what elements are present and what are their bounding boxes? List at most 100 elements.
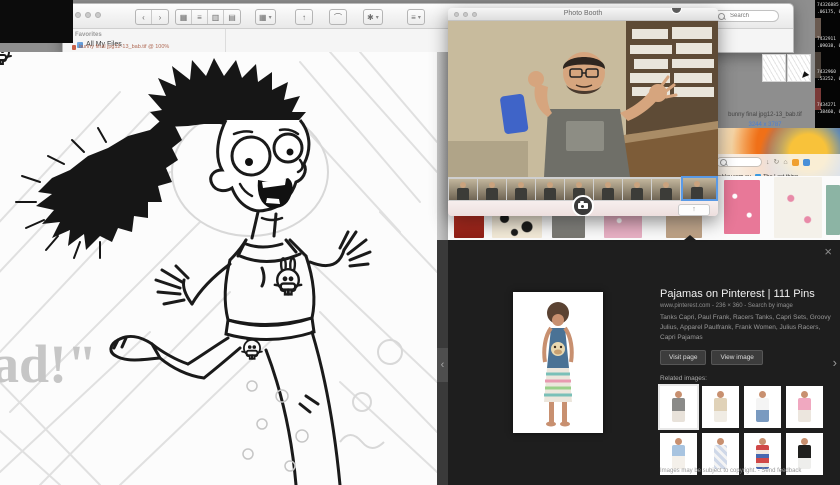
related-image[interactable]: [660, 386, 697, 428]
result-title[interactable]: Pajamas on Pinterest | 111 Pins: [660, 288, 832, 300]
photo-thumbnail-selected[interactable]: [681, 176, 718, 201]
extra-menu: ≡▾: [407, 9, 425, 25]
window-edge-strip: [437, 52, 448, 240]
caret-icon: ▾: [418, 14, 421, 21]
copyright-note: Images may be subject to copyright. - Se…: [660, 468, 801, 474]
related-images-label: Related images:: [660, 375, 832, 382]
action-button[interactable]: ✱▾: [364, 10, 382, 24]
tag-menu: ⌒: [329, 9, 347, 25]
result-keywords: Tanks Capri, Paul Frank, Racers Tanks, C…: [660, 313, 832, 343]
back-button[interactable]: ‹: [136, 10, 152, 24]
main-result-image[interactable]: [513, 292, 603, 433]
apps-icon[interactable]: [792, 159, 799, 166]
traffic-lights: [75, 12, 101, 18]
take-photo-button[interactable]: [572, 195, 594, 216]
panel-pointer: [684, 235, 696, 240]
column-view-button[interactable]: ▥: [208, 10, 224, 24]
photo-thumbnail[interactable]: [594, 179, 622, 200]
download-icon[interactable]: ↓: [766, 159, 770, 166]
menu-icon: ≡: [411, 13, 416, 22]
desktop: ‹ › ▦ ≡ ▥ ▤ ▦▾ ↑ ⌒ ✱▾ ≡▾: [0, 0, 840, 485]
chevron-left-icon: ‹: [441, 359, 445, 371]
webcam-view: [448, 21, 718, 177]
zoom-window-button[interactable]: [95, 12, 101, 18]
close-icon[interactable]: ×: [824, 244, 832, 259]
wallpaper-photo: [815, 18, 821, 38]
photobooth-window: Photo Booth: [448, 8, 718, 216]
photobooth-toolbar: ↑: [448, 201, 718, 216]
home-icon[interactable]: ⌂: [783, 159, 787, 166]
action-menu: ✱▾: [363, 9, 383, 25]
caret-icon: ▾: [376, 14, 379, 21]
copyright-text: Images may be subject to copyright. -: [660, 468, 760, 474]
finder-search-field[interactable]: [713, 10, 779, 22]
close-window-button[interactable]: [75, 12, 81, 18]
sidebar-favorites-label: Favorites: [75, 32, 102, 38]
sidebar-divider: [225, 29, 226, 52]
arrange-menu: ▦▾: [255, 9, 276, 25]
photo-id-row: 7432911.09038, 0: [817, 36, 840, 50]
background-window-fragment: [0, 0, 73, 43]
list-view-button[interactable]: ≡: [192, 10, 208, 24]
product-image[interactable]: [774, 177, 822, 238]
arrange-button[interactable]: ▦▾: [256, 10, 275, 24]
chevron-right-icon: ›: [833, 355, 837, 370]
send-feedback-link[interactable]: Send feedback: [761, 468, 801, 474]
related-image[interactable]: [702, 386, 739, 428]
photo-thumbnail[interactable]: [623, 179, 651, 200]
camera-icon: [578, 203, 588, 209]
coverflow-view-button[interactable]: ▤: [224, 10, 240, 24]
sketch-thumbnail[interactable]: [762, 54, 786, 82]
related-image[interactable]: [786, 386, 823, 428]
product-image[interactable]: [826, 185, 840, 235]
view-segmented-control: ▦ ≡ ▥ ▤: [175, 9, 241, 25]
search-input[interactable]: [728, 12, 774, 20]
icon-view-button[interactable]: ▦: [176, 10, 192, 24]
drawing-canvas[interactable]: ad!": [0, 52, 437, 485]
photo-thumbnail[interactable]: [652, 179, 680, 200]
search-icon: [718, 13, 725, 20]
pajama-model-image: [513, 292, 603, 433]
share-icon: ↑: [692, 206, 696, 213]
photo-id-row: 7434271.38460, 0: [817, 102, 840, 116]
related-image[interactable]: [744, 386, 781, 428]
bookmark-icon[interactable]: [803, 159, 810, 166]
refresh-icon[interactable]: ↻: [774, 158, 780, 166]
photo-thumbnail[interactable]: [449, 179, 477, 200]
arrange-icon: ▦: [259, 13, 267, 22]
photo-thumbnail[interactable]: [478, 179, 506, 200]
gear-icon: ✱: [367, 13, 374, 22]
document-title-row[interactable]: bunny final jpg12-13_bab.tif @ 100%: [72, 44, 169, 50]
product-image[interactable]: [724, 180, 760, 234]
forward-button[interactable]: ›: [152, 10, 168, 24]
tag-button[interactable]: ⌒: [330, 10, 346, 24]
photo-thumbnail[interactable]: [507, 179, 535, 200]
view-image-button[interactable]: View image: [711, 350, 762, 365]
related-images-grid: [660, 386, 823, 475]
minimize-window-button[interactable]: [85, 12, 91, 18]
cartoon-sketch: ad!": [0, 52, 437, 485]
file-icon: [72, 45, 76, 50]
caret-icon: ▾: [269, 14, 272, 21]
photo-thumbnail[interactable]: [536, 179, 564, 200]
browser-search-field[interactable]: [716, 157, 762, 167]
browser-toolbar: ↓ ↻ ⌂: [712, 154, 840, 170]
search-icon: [720, 159, 727, 166]
photo-id-row: 7432960.53252, 0: [817, 69, 840, 83]
file-name-label: bunny final jpg12-13_bab.tif @ 100%: [79, 44, 169, 50]
result-meta: www.pinterest.com - 236 × 360 - Search b…: [660, 303, 832, 309]
result-actions: Visit page View image: [660, 350, 832, 365]
previous-image-button[interactable]: ‹: [437, 348, 448, 382]
result-info: Pajamas on Pinterest | 111 Pins www.pint…: [660, 288, 832, 475]
wallpaper-photo-strip: 74326885.06175, 0 7432911.09038, 0 74329…: [815, 0, 840, 140]
share-photo-button[interactable]: ↑: [678, 204, 710, 216]
extra-button[interactable]: ≡▾: [408, 10, 424, 24]
next-image-button[interactable]: ›: [833, 355, 837, 370]
share-menu: ↑: [295, 9, 313, 25]
webcam-scene: [448, 21, 718, 177]
photo-id-row: 74326885.06175, 0: [817, 2, 840, 16]
share-button[interactable]: ↑: [296, 10, 312, 24]
visit-page-button[interactable]: Visit page: [660, 350, 706, 365]
preview-filename: bunny final jpg12-13_bab.tif: [700, 112, 830, 118]
nav-buttons: ‹ ›: [135, 9, 169, 25]
